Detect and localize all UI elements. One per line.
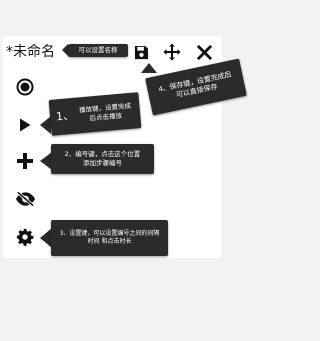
- hide-icon[interactable]: [14, 190, 36, 208]
- settings-icon[interactable]: [15, 227, 35, 247]
- tip-settings-text: 3、设置键，可以设置编号之间的间隔时间 和点击时长: [59, 230, 160, 245]
- move-icon[interactable]: [163, 43, 181, 61]
- tip-save-arrow: [141, 63, 157, 73]
- record-icon[interactable]: [15, 77, 35, 97]
- play-icon[interactable]: [17, 116, 33, 134]
- script-title[interactable]: *未命名: [6, 43, 55, 61]
- title-hint-bubble: 可以设置名称: [68, 44, 128, 57]
- tip-add-text: 2、编号键，点击这个位置添加步骤编号: [64, 150, 141, 167]
- title-hint-text: 可以设置名称: [78, 46, 118, 54]
- tip-play-text: 播放键，设置完成后点击播放: [78, 101, 132, 123]
- tip-play-number: 1、: [55, 108, 75, 124]
- add-icon[interactable]: [16, 152, 34, 170]
- tip-settings-bubble: 3、设置键，可以设置编号之间的间隔时间 和点击时长: [51, 220, 168, 256]
- tip-add-bubble: 2、编号键，点击这个位置添加步骤编号: [51, 144, 154, 174]
- tip-save-text: 4、保存键，设置完成后可以直接保存: [157, 70, 233, 100]
- save-icon[interactable]: [133, 44, 149, 60]
- close-icon[interactable]: [196, 44, 212, 60]
